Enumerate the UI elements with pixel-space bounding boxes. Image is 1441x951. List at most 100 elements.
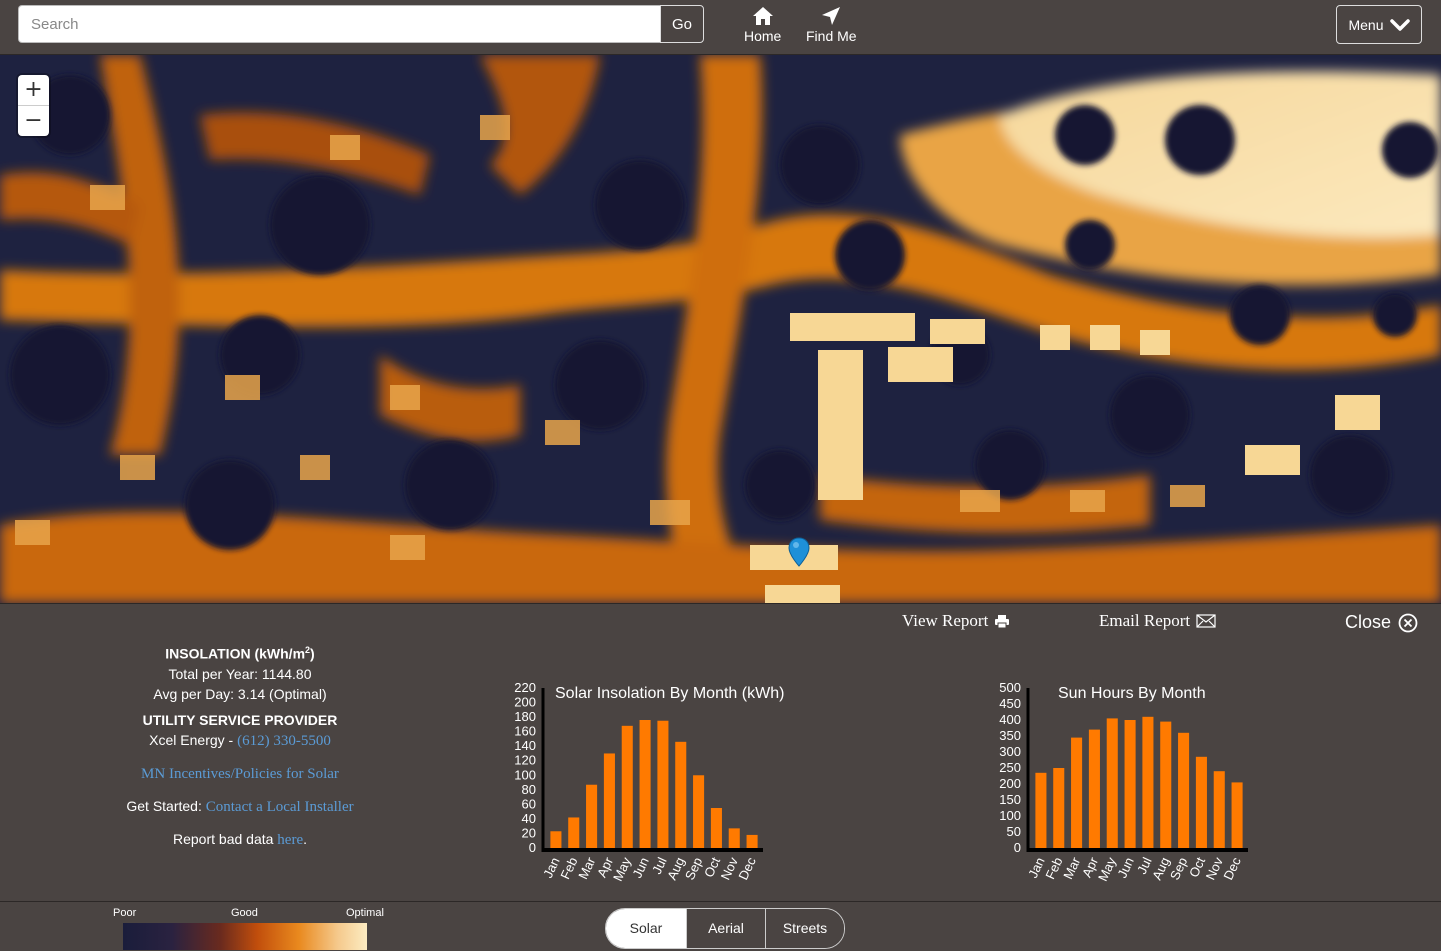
layer-streets-button[interactable]: Streets — [765, 909, 844, 948]
x-tick-label: Aug — [1149, 855, 1172, 882]
insolation-summary: INSOLATION (kWh/m2) Total per Year: 1144… — [70, 640, 410, 850]
installer-link[interactable]: Contact a Local Installer — [206, 799, 354, 815]
bar-apr — [1088, 729, 1100, 848]
x-tick-label: Sep — [1167, 855, 1190, 882]
bar-jan — [1035, 772, 1047, 848]
sun-hours-chart: Sun Hours By Month 0 50 100 150 200 250 300 350… — [985, 680, 1265, 890]
map-pin-icon[interactable] — [788, 537, 810, 567]
printer-icon — [995, 614, 1010, 628]
utility-header: UTILITY SERVICE PROVIDER — [142, 711, 338, 728]
y-tick-label: 40 — [522, 811, 536, 826]
solar-map[interactable] — [0, 55, 1441, 603]
location-arrow-icon — [822, 7, 841, 25]
x-tick-label: Aug — [664, 855, 687, 882]
bar-sep — [693, 775, 705, 848]
utility-name: Xcel Energy - — [149, 731, 238, 748]
y-tick-label: 50 — [1007, 824, 1021, 839]
x-tick-label: Mar — [575, 854, 598, 881]
bar-aug — [1160, 721, 1172, 848]
report-bad-data-link[interactable]: here — [277, 832, 303, 848]
sun-hours-plot: 050100150200250300350400450500JanFebMarA… — [999, 680, 1248, 884]
x-tick-label: Dec — [1220, 854, 1244, 882]
y-tick-label: 60 — [522, 796, 536, 811]
menu-label: Menu — [1348, 16, 1384, 33]
view-report-link[interactable]: View Report — [902, 611, 1010, 631]
get-started: Get Started: Contact a Local Installer — [126, 797, 354, 815]
bar-mar — [586, 784, 598, 848]
search-bar: Go — [18, 5, 704, 43]
x-tick-label: Dec — [735, 854, 759, 882]
bar-dec — [1231, 782, 1243, 848]
bar-oct — [710, 808, 722, 848]
y-tick-label: 150 — [999, 792, 1021, 807]
zoom-control: + − — [18, 75, 49, 136]
x-tick-label: Sep — [682, 855, 705, 882]
layer-aerial-button[interactable]: Aerial — [686, 909, 765, 948]
y-tick-label: 160 — [514, 724, 536, 739]
x-tick-label: Nov — [718, 854, 742, 882]
bar-dec — [746, 834, 758, 848]
y-tick-label: 400 — [999, 712, 1021, 727]
insolation-header: INSOLATION (kWh/m2) — [165, 645, 315, 662]
report-bad-data: Report bad data here. — [173, 830, 307, 848]
bar-apr — [603, 753, 615, 848]
layer-toggle: Solar Aerial Streets — [605, 908, 845, 949]
close-circle-icon — [1398, 613, 1418, 632]
go-button[interactable]: Go — [660, 5, 704, 43]
y-tick-label: 300 — [999, 744, 1021, 759]
y-tick-label: 250 — [999, 760, 1021, 775]
close-button[interactable]: Close — [1345, 612, 1418, 633]
y-tick-label: 80 — [522, 782, 536, 797]
search-input[interactable] — [18, 5, 660, 43]
y-tick-label: 220 — [514, 680, 536, 695]
home-label: Home — [744, 28, 782, 44]
utility-phone-link[interactable]: (612) 330-5500 — [237, 733, 331, 749]
x-tick-label: Jun — [1114, 855, 1136, 880]
home-icon — [752, 7, 773, 25]
y-tick-label: 140 — [514, 738, 536, 753]
legend-good: Good — [231, 907, 258, 919]
find-me-button[interactable]: Find Me — [806, 6, 857, 44]
y-tick-label: 200 — [514, 695, 536, 710]
chart-title: Sun Hours By Month — [1058, 685, 1206, 702]
layer-solar-button[interactable]: Solar — [606, 909, 686, 948]
x-tick-label: Feb — [557, 855, 580, 882]
y-tick-label: 20 — [522, 825, 536, 840]
chevron-down-icon — [1389, 18, 1410, 31]
utility-provider: Xcel Energy - (612) 330-5500 — [70, 730, 410, 751]
legend-poor: Poor — [113, 907, 137, 919]
x-tick-label: Nov — [1203, 854, 1227, 882]
zoom-out-button[interactable]: − — [18, 106, 49, 136]
bar-aug — [675, 741, 687, 848]
bar-nov — [728, 828, 740, 848]
bar-sep — [1178, 732, 1190, 848]
home-button[interactable]: Home — [744, 6, 781, 44]
y-tick-label: 120 — [514, 753, 536, 768]
legend-optimal: Optimal — [346, 907, 384, 919]
bar-may — [1106, 718, 1118, 848]
email-report-link[interactable]: Email Report — [1099, 611, 1216, 631]
y-tick-label: 450 — [999, 696, 1021, 711]
find-me-label: Find Me — [806, 28, 857, 44]
bar-jun — [639, 720, 651, 848]
solar-legend: Poor Good Optimal — [110, 905, 390, 950]
y-tick-label: 200 — [999, 776, 1021, 791]
bar-nov — [1213, 771, 1225, 848]
y-tick-label: 350 — [999, 728, 1021, 743]
bar-mar — [1071, 737, 1083, 848]
y-tick-label: 0 — [1014, 840, 1021, 855]
bar-feb — [1053, 768, 1065, 848]
envelope-icon — [1196, 614, 1216, 628]
y-tick-label: 0 — [529, 840, 536, 855]
x-tick-label: Jun — [629, 855, 651, 880]
legend-gradient — [123, 923, 367, 950]
y-tick-label: 100 — [999, 808, 1021, 823]
bar-jun — [1124, 720, 1136, 848]
menu-button[interactable]: Menu — [1336, 5, 1422, 44]
close-label: Close — [1345, 612, 1392, 632]
incentives-link[interactable]: MN Incentives/Policies for Solar — [141, 766, 339, 782]
view-report-label: View Report — [902, 611, 989, 630]
bar-may — [621, 725, 633, 848]
zoom-in-button[interactable]: + — [18, 75, 49, 106]
x-tick-label: Mar — [1060, 854, 1083, 881]
